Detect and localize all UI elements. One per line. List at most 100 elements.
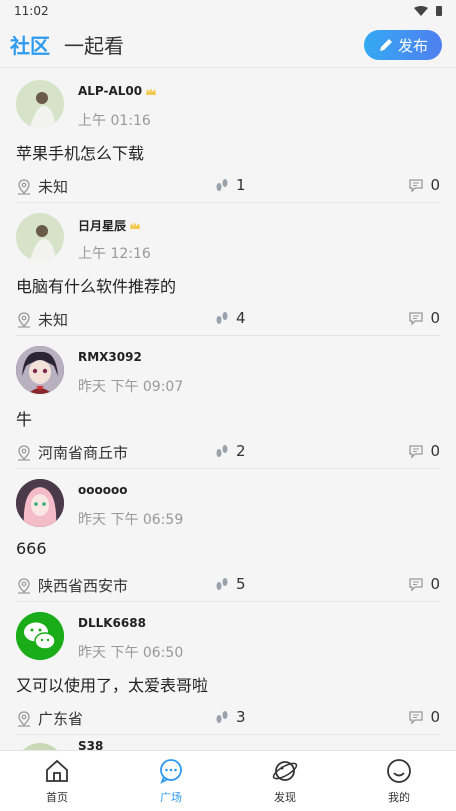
post-meta: 广东省 3 0 [16,708,440,729]
location: 河南省商丘市 [16,442,128,463]
publish-button[interactable]: 发布 [364,30,442,60]
location-text: 河南省商丘市 [38,444,129,462]
footprint-number: 4 [236,309,246,327]
pencil-icon [379,39,392,51]
footprint-icon [216,312,228,324]
location-pin-icon [18,178,30,195]
post-time: 昨天 下午 06:50 [78,645,184,661]
footprint-count[interactable]: 1 [214,176,246,194]
nav-mine-label: 我的 [388,791,410,804]
post-content[interactable]: 电脑有什么软件推荐的 [16,273,176,297]
avatar[interactable] [16,743,64,750]
post-time: 昨天 下午 06:59 [78,512,184,528]
username-text: DLLK6688 [78,616,146,630]
tab-watch-together[interactable]: 一起看 [64,30,124,59]
post-time: 昨天 下午 09:07 [78,379,184,395]
post-meta: 未知 1 0 [16,176,440,197]
nav-mine[interactable]: 我的 [342,751,456,811]
post-item[interactable]: RMX3092 昨天 下午 09:07 牛 河南省商丘市 2 0 [16,336,440,469]
planet-icon [272,761,298,781]
username[interactable]: ALP-AL00 [78,84,157,98]
footprint-icon [216,445,228,457]
comment-count[interactable]: 0 [408,442,440,460]
comment-count[interactable]: 0 [408,176,440,194]
post-item[interactable]: oooooo 昨天 下午 06:59 666 陕西省西安市 5 0 [16,469,440,602]
location-text: 广东省 [38,710,84,728]
comment-icon [409,445,424,459]
chat-icon [160,759,182,784]
username[interactable]: RMX3092 [78,350,142,364]
location-pin-icon [18,710,30,727]
location-pin-icon [18,311,30,328]
nav-discover-label: 发现 [274,791,296,804]
username[interactable]: 日月星辰 [78,217,141,234]
location-text: 未知 [38,178,69,196]
anime-avatar-image [16,346,64,394]
post-time: 上午 01:16 [78,113,151,129]
post-meta: 陕西省西安市 5 0 [16,575,440,595]
post-content[interactable]: 666 [16,539,47,558]
avatar[interactable] [16,346,64,394]
location-text: 陕西省西安市 [38,577,129,595]
footprint-icon [216,711,228,723]
post-item[interactable]: ALP-AL00 上午 01:16 苹果手机怎么下载 未知 1 0 [16,70,440,203]
post-meta: 河南省商丘市 2 0 [16,442,440,463]
comment-count[interactable]: 0 [408,708,440,726]
avatar[interactable] [16,213,64,261]
avatar[interactable] [16,612,64,660]
status-time: 11:02 [14,4,49,18]
comment-count[interactable]: 0 [408,575,440,593]
status-bar: 11:02 [0,0,456,22]
footprint-number: 5 [236,575,246,593]
vip-crown-icon [146,87,157,95]
comment-icon [409,711,424,725]
wechat-avatar-image [16,612,64,660]
post-content[interactable]: 又可以使用了，太爱表哥啦 [16,672,208,696]
username-text: ALP-AL00 [78,84,143,98]
app-bar: 社区 一起看 发布 [0,22,456,68]
vip-crown-icon [130,222,141,229]
comment-number: 0 [430,442,440,460]
footprint-number: 2 [236,442,246,460]
comment-number: 0 [430,309,440,327]
username[interactable]: oooooo [78,483,127,497]
location: 未知 [16,309,68,330]
footprint-count[interactable]: 3 [214,708,246,726]
post-item[interactable]: 日月星辰 上午 12:16 电脑有什么软件推荐的 未知 4 0 [16,203,440,336]
nav-home[interactable]: 首页 [0,751,114,811]
post-content[interactable]: 牛 [16,406,32,430]
nav-home-label: 首页 [46,791,68,804]
nav-square[interactable]: 广场 [114,751,228,811]
comment-number: 0 [430,575,440,593]
avatar[interactable] [16,80,64,128]
comment-number: 0 [430,176,440,194]
bottom-navigation: 首页 广场 发现 我的 [0,750,456,811]
location: 广东省 [16,708,83,729]
post-content[interactable]: 苹果手机怎么下载 [16,140,144,164]
comment-count[interactable]: 0 [408,309,440,327]
comment-number: 0 [430,708,440,726]
post-time: 上午 12:16 [78,246,151,262]
post-item[interactable]: S38 [16,735,440,750]
comment-icon [409,179,424,193]
footprint-number: 1 [236,176,246,194]
tab-community[interactable]: 社区 [10,30,50,59]
footprint-count[interactable]: 2 [214,442,246,460]
location-text: 未知 [38,311,69,329]
location-pin-icon [18,577,30,594]
footprint-icon [216,179,228,191]
nav-discover[interactable]: 发现 [228,751,342,811]
footprint-icon [216,578,228,590]
publish-label: 发布 [397,36,428,55]
smile-icon [387,759,411,783]
post-item[interactable]: DLLK6688 昨天 下午 06:50 又可以使用了，太爱表哥啦 广东省 3 … [16,602,440,735]
username[interactable]: S38 [78,739,103,750]
post-meta: 未知 4 0 [16,309,440,330]
footprint-count[interactable]: 4 [214,309,246,327]
location: 未知 [16,176,68,197]
username[interactable]: DLLK6688 [78,616,146,630]
avatar[interactable] [16,479,64,527]
footprint-count[interactable]: 5 [214,575,246,593]
post-feed[interactable]: ALP-AL00 上午 01:16 苹果手机怎么下载 未知 1 0 日月星辰 上… [0,70,456,750]
location-pin-icon [18,444,30,461]
